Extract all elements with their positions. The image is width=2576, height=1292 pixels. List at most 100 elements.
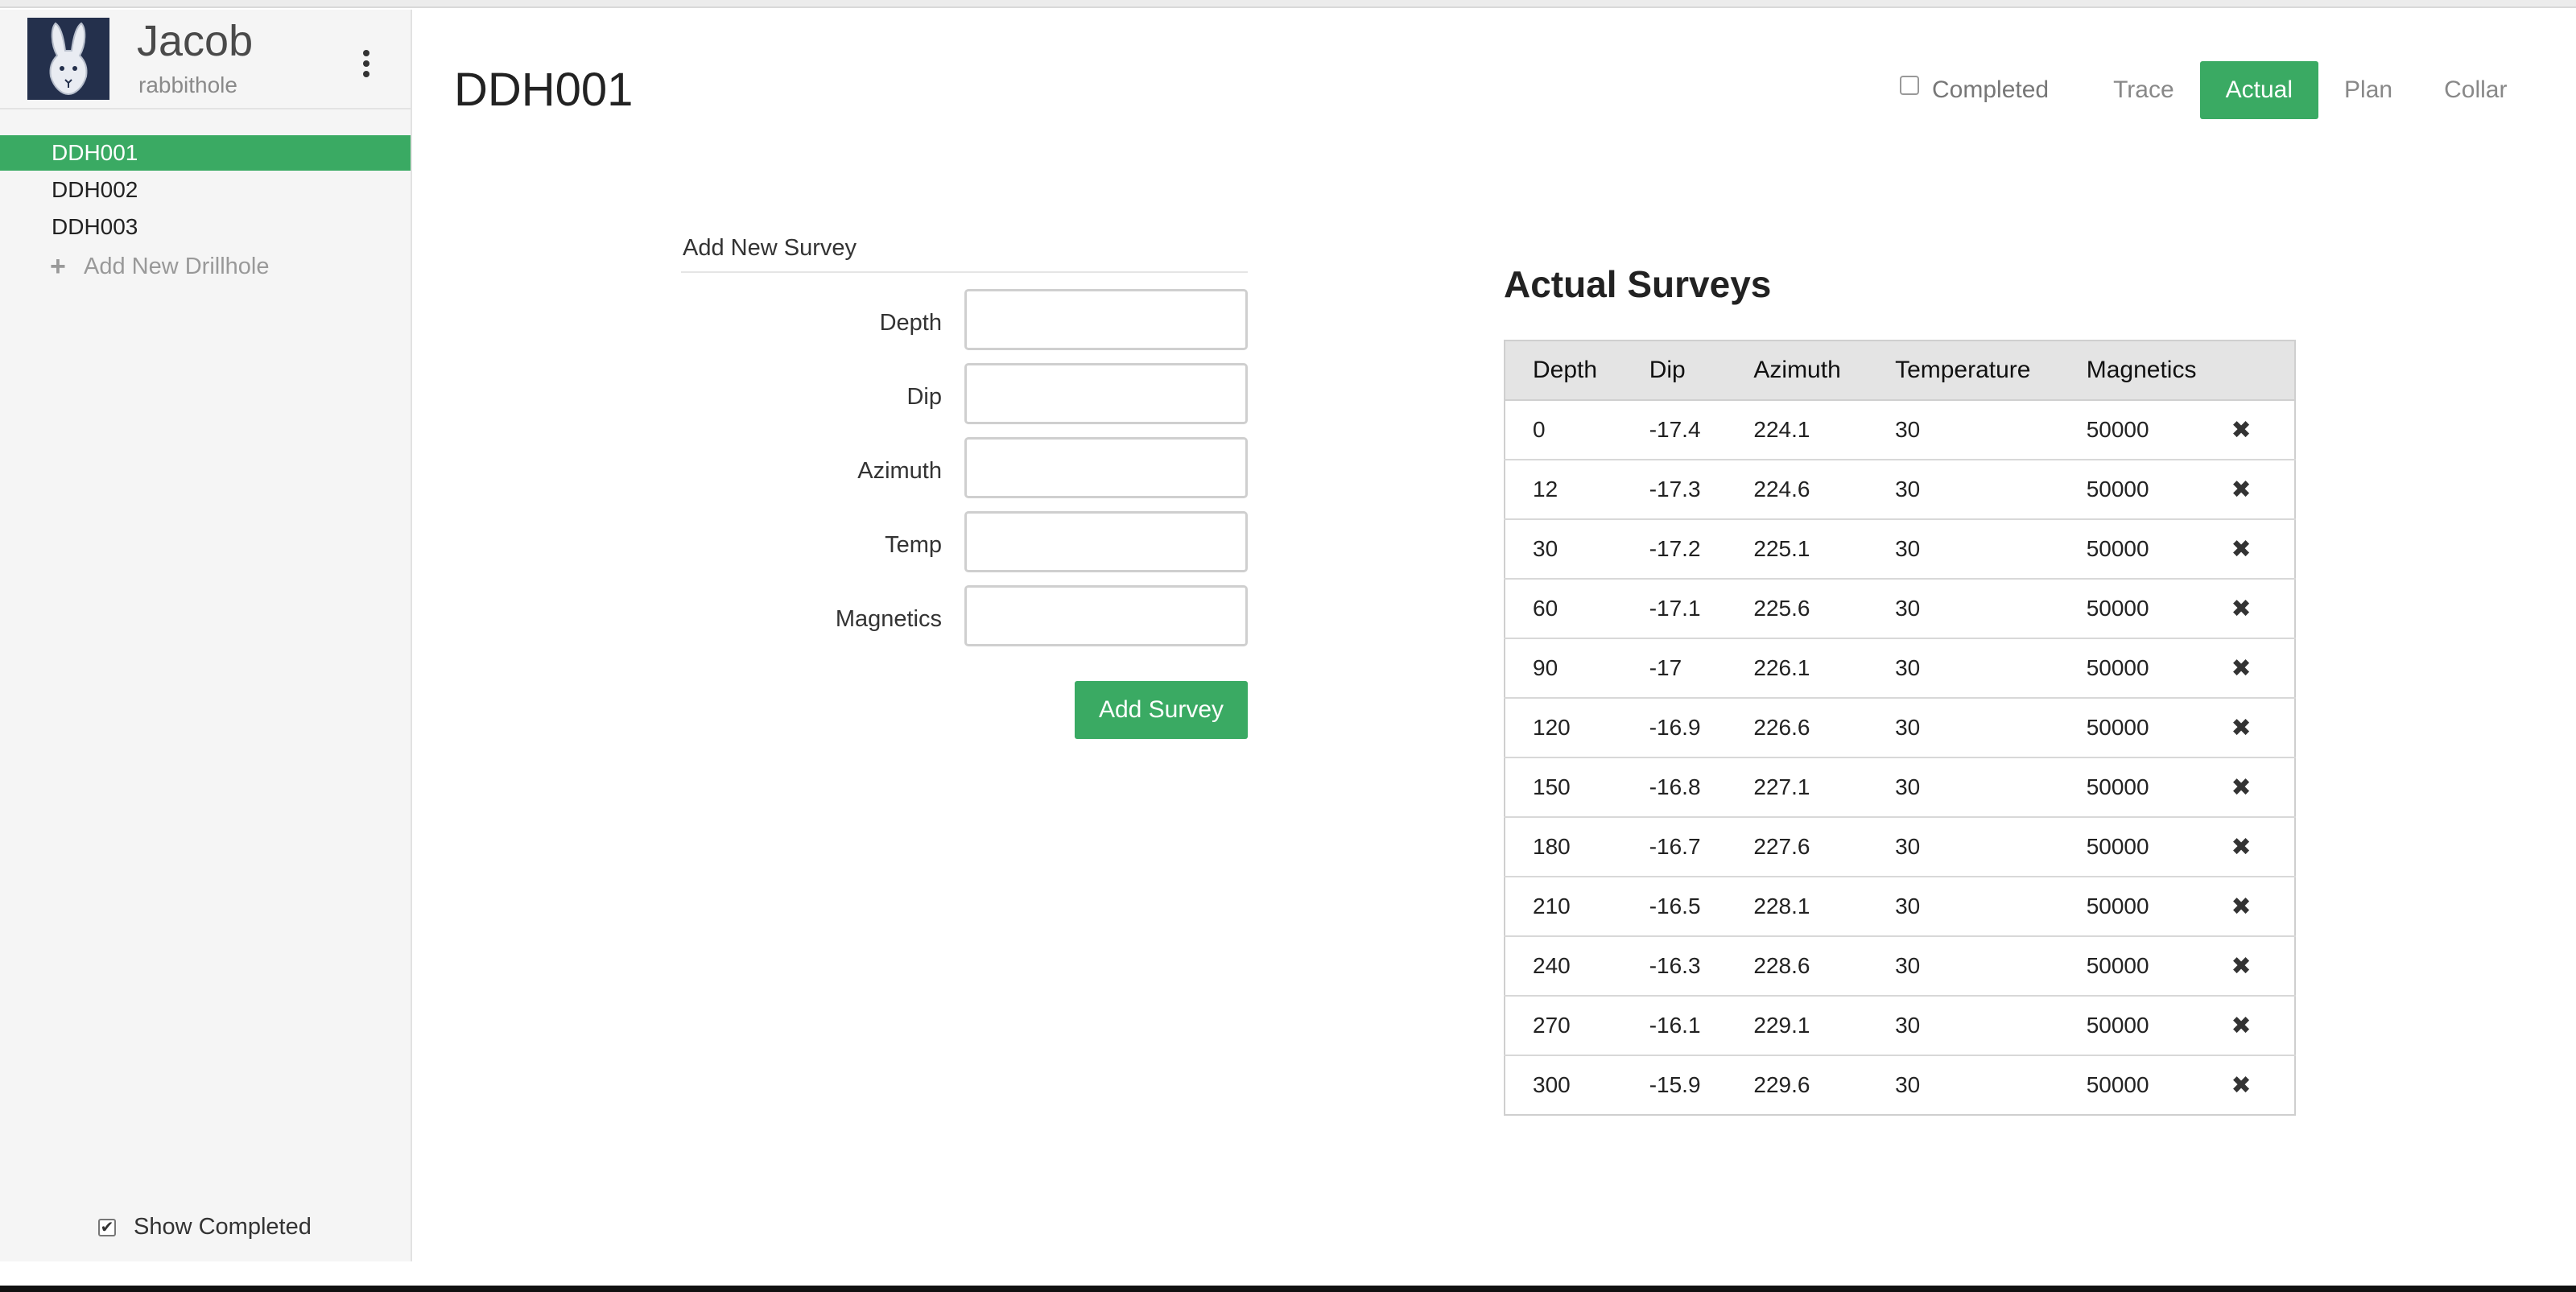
- cell-temperature: 30: [1868, 399, 2059, 460]
- column-header-temperature: Temperature: [1868, 341, 2059, 401]
- azimuth-input[interactable]: [964, 437, 1248, 498]
- depth-label: Depth: [879, 310, 942, 336]
- cell-temperature: 30: [1868, 995, 2059, 1055]
- cell-azimuth: 226.1: [1726, 638, 1868, 698]
- column-header-dip: Dip: [1621, 341, 1727, 401]
- drillhole-item-ddh003[interactable]: DDH003: [0, 209, 411, 245]
- form-title: Add New Survey: [681, 235, 1248, 273]
- table-row: 240 -16.3 228.6 30 50000 ✖: [1505, 935, 2295, 996]
- cell-dip: -15.9: [1621, 1055, 1727, 1115]
- table-row: 90 -17 226.1 30 50000 ✖: [1505, 638, 2295, 698]
- delete-row-close-icon[interactable]: ✖: [2231, 774, 2251, 802]
- table-row: 300 -15.9 229.6 30 50000 ✖: [1505, 1055, 2295, 1115]
- dip-row: Dip: [681, 363, 1248, 437]
- cell-azimuth: 225.1: [1726, 518, 1868, 579]
- cell-dip: -16.7: [1621, 816, 1727, 877]
- completed-toggle[interactable]: Completed: [1900, 76, 2049, 104]
- cell-magnetics: 50000: [2058, 638, 2217, 698]
- dip-input[interactable]: [964, 363, 1248, 424]
- delete-row-close-icon[interactable]: ✖: [2231, 833, 2251, 861]
- delete-cell: ✖: [2216, 578, 2295, 638]
- drillhole-item-ddh002[interactable]: DDH002: [0, 172, 411, 208]
- temp-label: Temp: [885, 532, 942, 558]
- cell-magnetics: 50000: [2058, 995, 2217, 1055]
- tab-collar[interactable]: Collar: [2418, 61, 2533, 119]
- delete-row-close-icon[interactable]: ✖: [2231, 416, 2251, 444]
- delete-row-close-icon[interactable]: ✖: [2231, 893, 2251, 921]
- cell-magnetics: 50000: [2058, 518, 2217, 579]
- cell-azimuth: 229.1: [1726, 995, 1868, 1055]
- cell-magnetics: 50000: [2058, 935, 2217, 996]
- rabbit-logo-icon: [49, 22, 88, 96]
- tab-trace[interactable]: Trace: [2087, 61, 2200, 119]
- cell-azimuth: 228.6: [1726, 935, 1868, 996]
- delete-cell: ✖: [2216, 1055, 2295, 1115]
- table-row: 120 -16.9 226.6 30 50000 ✖: [1505, 697, 2295, 757]
- add-drillhole-button[interactable]: + Add New Drillhole: [0, 246, 411, 287]
- cell-depth: 30: [1505, 518, 1622, 579]
- cell-magnetics: 50000: [2058, 876, 2217, 936]
- cell-magnetics: 50000: [2058, 459, 2217, 519]
- table-row: 150 -16.8 227.1 30 50000 ✖: [1505, 757, 2295, 817]
- cell-magnetics: 50000: [2058, 816, 2217, 877]
- cell-dip: -16.9: [1621, 697, 1727, 757]
- tab-plan[interactable]: Plan: [2318, 61, 2418, 119]
- cell-azimuth: 229.6: [1726, 1055, 1868, 1115]
- dip-label: Dip: [906, 384, 942, 410]
- drillhole-item-ddh001[interactable]: DDH001: [0, 135, 411, 171]
- temp-input[interactable]: [964, 511, 1248, 572]
- cell-azimuth: 227.6: [1726, 816, 1868, 877]
- delete-cell: ✖: [2216, 995, 2295, 1055]
- add-survey-form: Add New Survey Depth Dip Azimuth Temp Ma…: [681, 235, 1248, 739]
- column-header-magnetics: Magnetics: [2058, 341, 2217, 401]
- window-bottom-bar: [0, 1286, 2576, 1292]
- depth-input[interactable]: [964, 289, 1248, 350]
- delete-row-close-icon[interactable]: ✖: [2231, 654, 2251, 683]
- temp-row: Temp: [681, 511, 1248, 585]
- cell-dip: -16.3: [1621, 935, 1727, 996]
- cell-depth: 180: [1505, 816, 1622, 877]
- delete-row-close-icon[interactable]: ✖: [2231, 714, 2251, 742]
- cell-azimuth: 224.1: [1726, 399, 1868, 460]
- table-row: 180 -16.7 227.6 30 50000 ✖: [1505, 816, 2295, 877]
- delete-cell: ✖: [2216, 935, 2295, 996]
- user-handle: rabbithole: [138, 72, 237, 97]
- depth-row: Depth: [681, 289, 1248, 363]
- magnetics-input[interactable]: [964, 585, 1248, 646]
- cell-azimuth: 226.6: [1726, 697, 1868, 757]
- cell-dip: -16.8: [1621, 757, 1727, 817]
- add-survey-button[interactable]: Add Survey: [1075, 681, 1248, 739]
- delete-row-close-icon[interactable]: ✖: [2231, 535, 2251, 563]
- delete-cell: ✖: [2216, 638, 2295, 698]
- table-row: 0 -17.4 224.1 30 50000 ✖: [1505, 399, 2295, 460]
- cell-temperature: 30: [1868, 816, 2059, 877]
- cell-dip: -17.4: [1621, 399, 1727, 460]
- avatar: [27, 18, 109, 100]
- cell-dip: -16.5: [1621, 876, 1727, 936]
- delete-row-close-icon[interactable]: ✖: [2231, 595, 2251, 623]
- azimuth-row: Azimuth: [681, 437, 1248, 511]
- delete-row-close-icon[interactable]: ✖: [2231, 476, 2251, 504]
- delete-cell: ✖: [2216, 518, 2295, 579]
- more-vertical-icon[interactable]: [354, 43, 378, 84]
- delete-row-close-icon[interactable]: ✖: [2231, 1012, 2251, 1040]
- cell-temperature: 30: [1868, 935, 2059, 996]
- cell-depth: 90: [1505, 638, 1622, 698]
- tab-actual[interactable]: Actual: [2199, 61, 2319, 119]
- cell-temperature: 30: [1868, 518, 2059, 579]
- show-completed-toggle[interactable]: ✔ Show Completed: [98, 1214, 312, 1240]
- delete-row-close-icon[interactable]: ✖: [2231, 1071, 2251, 1100]
- user-profile: Jacob rabbithole: [0, 10, 411, 109]
- show-completed-checkbox[interactable]: ✔: [98, 1218, 116, 1236]
- delete-row-close-icon[interactable]: ✖: [2231, 952, 2251, 980]
- cell-depth: 150: [1505, 757, 1622, 817]
- completed-checkbox[interactable]: [1900, 76, 1919, 95]
- cell-dip: -16.1: [1621, 995, 1727, 1055]
- azimuth-label: Azimuth: [857, 458, 942, 484]
- column-header-actions: [2216, 341, 2295, 401]
- table-header-row: Depth Dip Azimuth Temperature Magnetics: [1505, 341, 2295, 401]
- table-row: 60 -17.1 225.6 30 50000 ✖: [1505, 578, 2295, 638]
- add-drillhole-label: Add New Drillhole: [84, 254, 270, 279]
- table-row: 210 -16.5 228.1 30 50000 ✖: [1505, 876, 2295, 936]
- cell-magnetics: 50000: [2058, 578, 2217, 638]
